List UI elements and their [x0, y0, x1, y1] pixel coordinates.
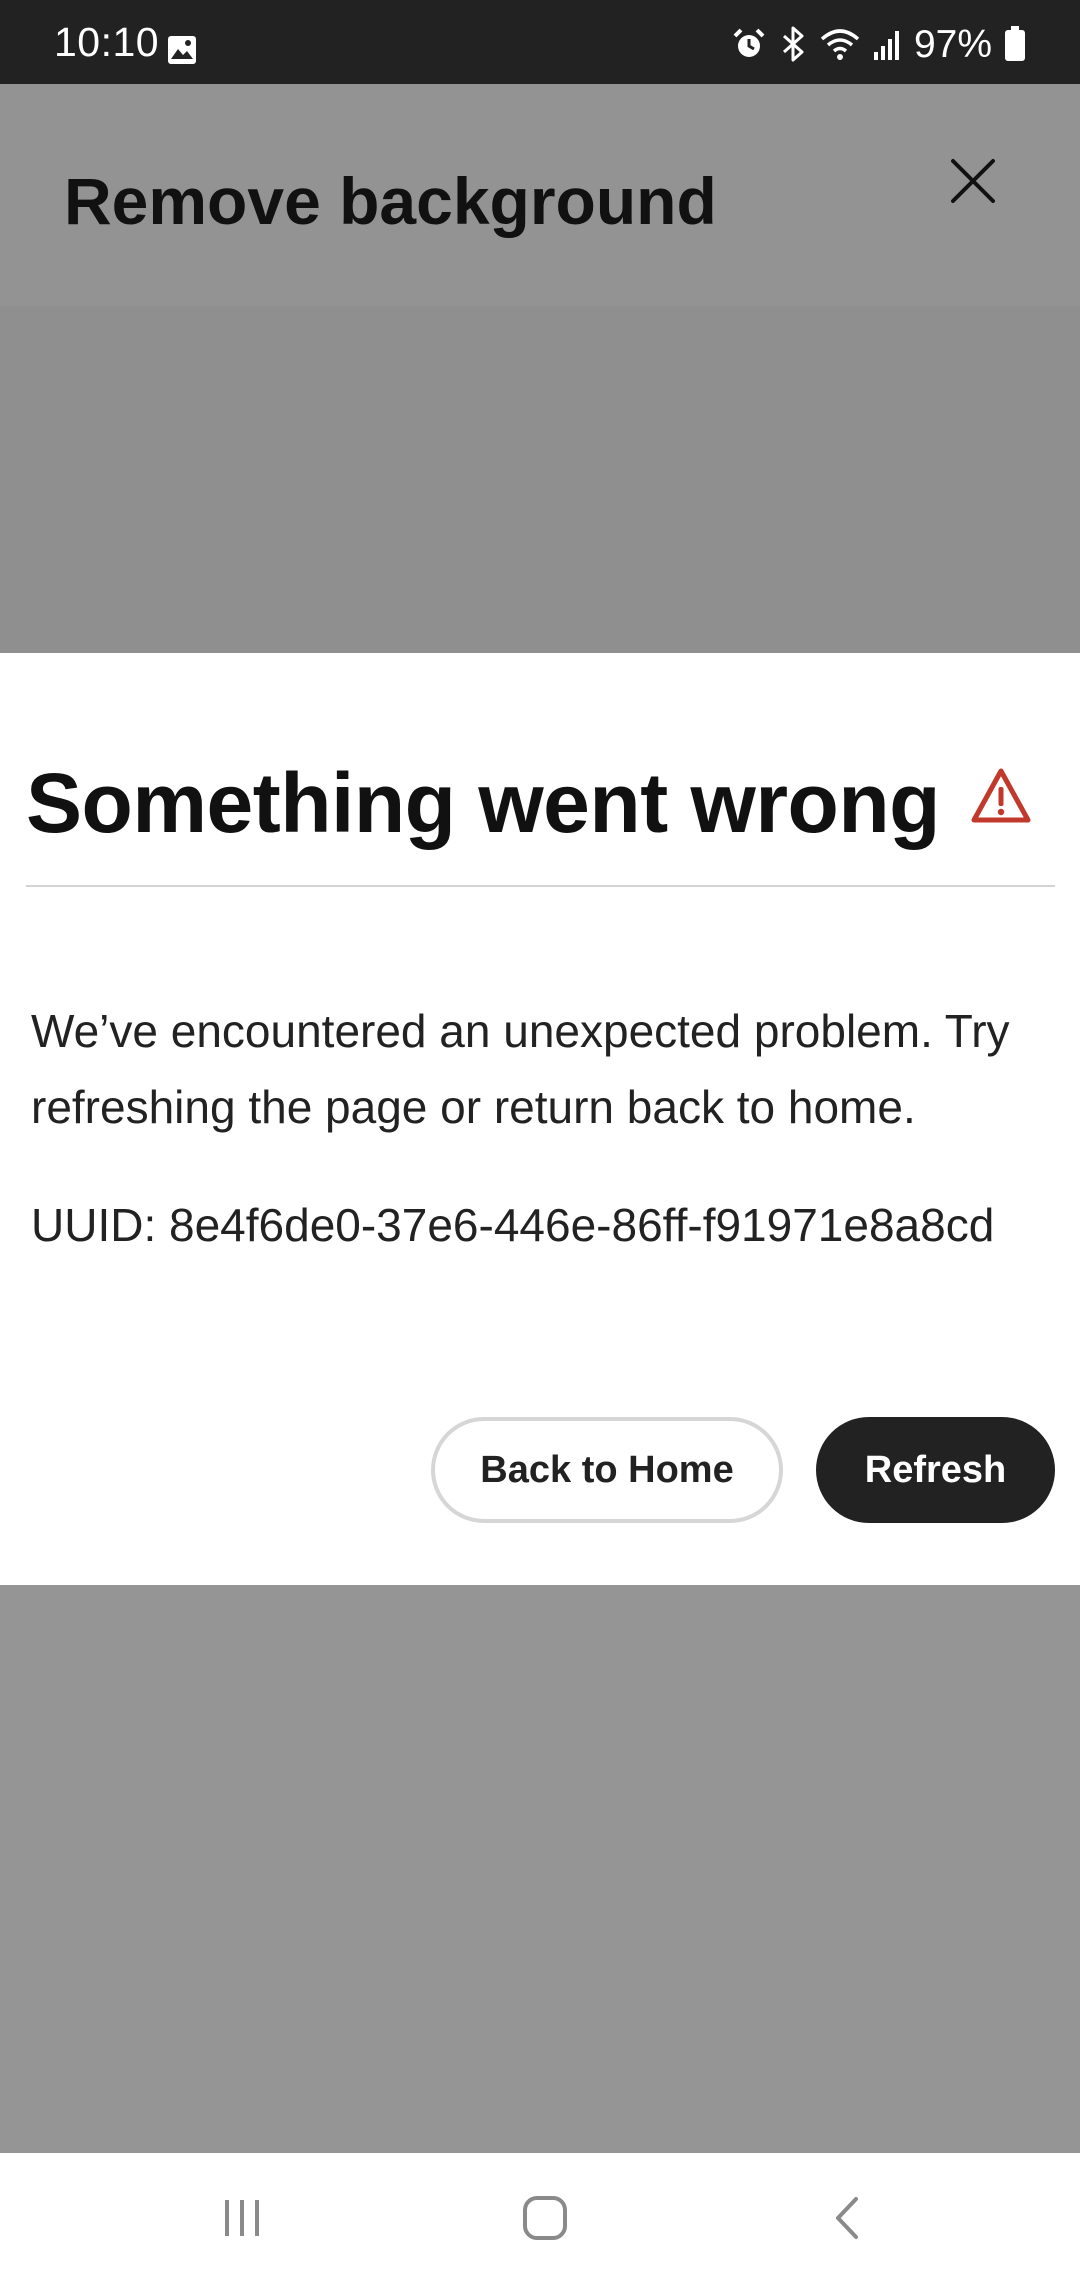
status-icons: 97%: [732, 22, 1026, 66]
back-icon: [836, 2197, 858, 2239]
status-time: 10:10: [54, 19, 160, 65]
error-message: We’ve encountered an unexpected problem.…: [31, 1005, 1010, 1133]
dialog-title: Something went wrong: [26, 756, 940, 850]
close-icon: [951, 159, 995, 203]
warning-icon: [971, 768, 1031, 823]
overlay-backdrop: [0, 1585, 1080, 2153]
error-uuid: UUID: 8e4f6de0-37e6-446e-86ff-f91971e8a8…: [31, 1199, 995, 1251]
app-header: Remove background: [0, 84, 1080, 306]
back-to-home-button[interactable]: Back to Home: [431, 1417, 783, 1523]
status-bar: 10:10 97%: [0, 0, 1080, 84]
wifi-icon: [820, 29, 860, 60]
image-preview-area: [0, 306, 1080, 653]
dialog-divider: [26, 885, 1055, 887]
back-button[interactable]: [807, 2183, 887, 2253]
bluetooth-icon: [782, 26, 804, 62]
alarm-icon: [733, 28, 765, 57]
signal-icon: [873, 31, 899, 60]
recents-button[interactable]: [202, 2183, 282, 2253]
battery-icon: [1005, 26, 1025, 61]
home-icon: [523, 2196, 567, 2240]
navigation-bar: [0, 2153, 1080, 2280]
error-dialog: Something went wrong We’ve encountered a…: [0, 653, 1080, 1585]
page-title: Remove background: [64, 164, 717, 238]
gallery-icon: [168, 36, 196, 64]
battery-percentage: 97%: [913, 22, 992, 66]
refresh-button[interactable]: Refresh: [816, 1417, 1055, 1523]
close-button[interactable]: [928, 136, 1018, 226]
home-button[interactable]: [505, 2183, 585, 2253]
recents-icon: [225, 2200, 259, 2236]
